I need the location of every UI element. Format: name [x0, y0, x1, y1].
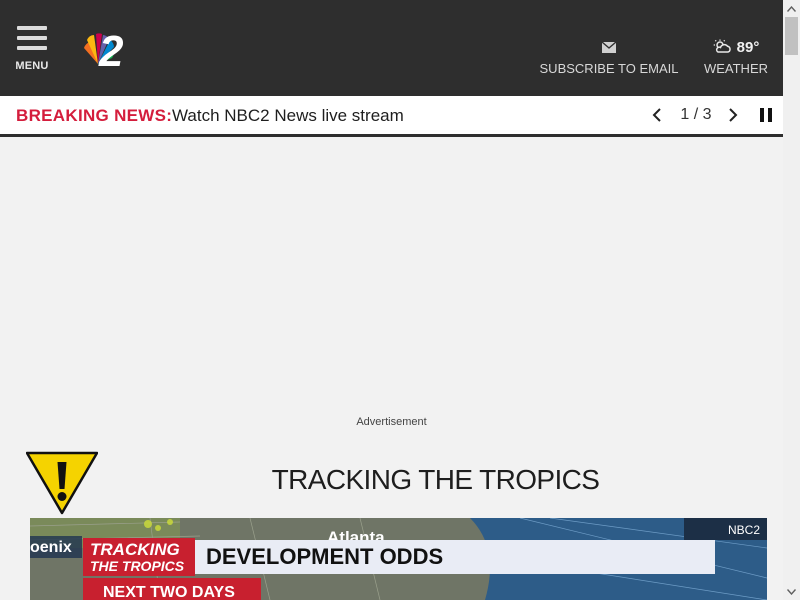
weather-map-graphic: Atlanta oenix TRACKING THE TROPICS DEVEL…: [30, 518, 767, 600]
video-bug: NBC2: [728, 523, 760, 537]
video-city-left: oenix: [30, 539, 72, 556]
nbc2-logo[interactable]: 2: [76, 26, 140, 72]
scrollbar-thumb[interactable]: [785, 17, 798, 55]
breaking-pause-button[interactable]: [756, 104, 776, 126]
breaking-news-headline[interactable]: Watch NBC2 News live stream: [172, 106, 404, 126]
breaking-news-label: BREAKING NEWS:: [16, 106, 173, 125]
scroll-down-arrow-icon: [787, 588, 796, 595]
breaking-counter: 1 / 3: [680, 106, 712, 123]
weather-link[interactable]: 89° WEATHER: [700, 38, 772, 77]
video-badge-line2: THE TROPICS: [90, 558, 185, 574]
tropics-video-thumbnail[interactable]: Atlanta oenix TRACKING THE TROPICS DEVEL…: [30, 518, 767, 600]
chevron-left-icon: [652, 108, 661, 122]
advertisement-label: Advertisement: [356, 416, 427, 428]
subscribe-label: SUBSCRIBE TO EMAIL: [539, 61, 679, 76]
breaking-prev-button[interactable]: [648, 104, 666, 126]
weather-label: WEATHER: [703, 61, 769, 76]
video-banner: DEVELOPMENT ODDS: [206, 544, 443, 569]
vertical-scrollbar[interactable]: [783, 0, 800, 600]
video-badge-line1: TRACKING: [90, 540, 180, 559]
envelope-icon: [602, 41, 616, 53]
subscribe-email-link[interactable]: SUBSCRIBE TO EMAIL: [536, 38, 682, 76]
site-header: MENU 2 SUBSCRIBE TO EMAIL 89° WEATHER: [0, 0, 783, 96]
menu-label: MENU: [15, 60, 49, 72]
menu-icon: [17, 26, 47, 52]
scroll-up-arrow-icon: [787, 5, 796, 12]
logo-number: 2: [98, 27, 124, 72]
chevron-right-icon: [729, 108, 738, 122]
weather-temperature: 89°: [736, 38, 760, 56]
scroll-down-button[interactable]: [783, 583, 800, 600]
partly-cloudy-icon: [713, 39, 731, 53]
breaking-news-bar: BREAKING NEWS: Watch NBC2 News live stre…: [0, 96, 783, 137]
video-sub-banner: NEXT TWO DAYS: [103, 584, 235, 600]
menu-button[interactable]: MENU: [12, 26, 52, 78]
breaking-next-button[interactable]: [724, 104, 742, 126]
scroll-up-button[interactable]: [783, 0, 800, 17]
page: MENU 2 SUBSCRIBE TO EMAIL 89° WEATHER BR…: [0, 0, 783, 600]
pause-icon: [760, 108, 772, 122]
tropics-section-title: TRACKING THE TROPICS: [271, 464, 600, 495]
